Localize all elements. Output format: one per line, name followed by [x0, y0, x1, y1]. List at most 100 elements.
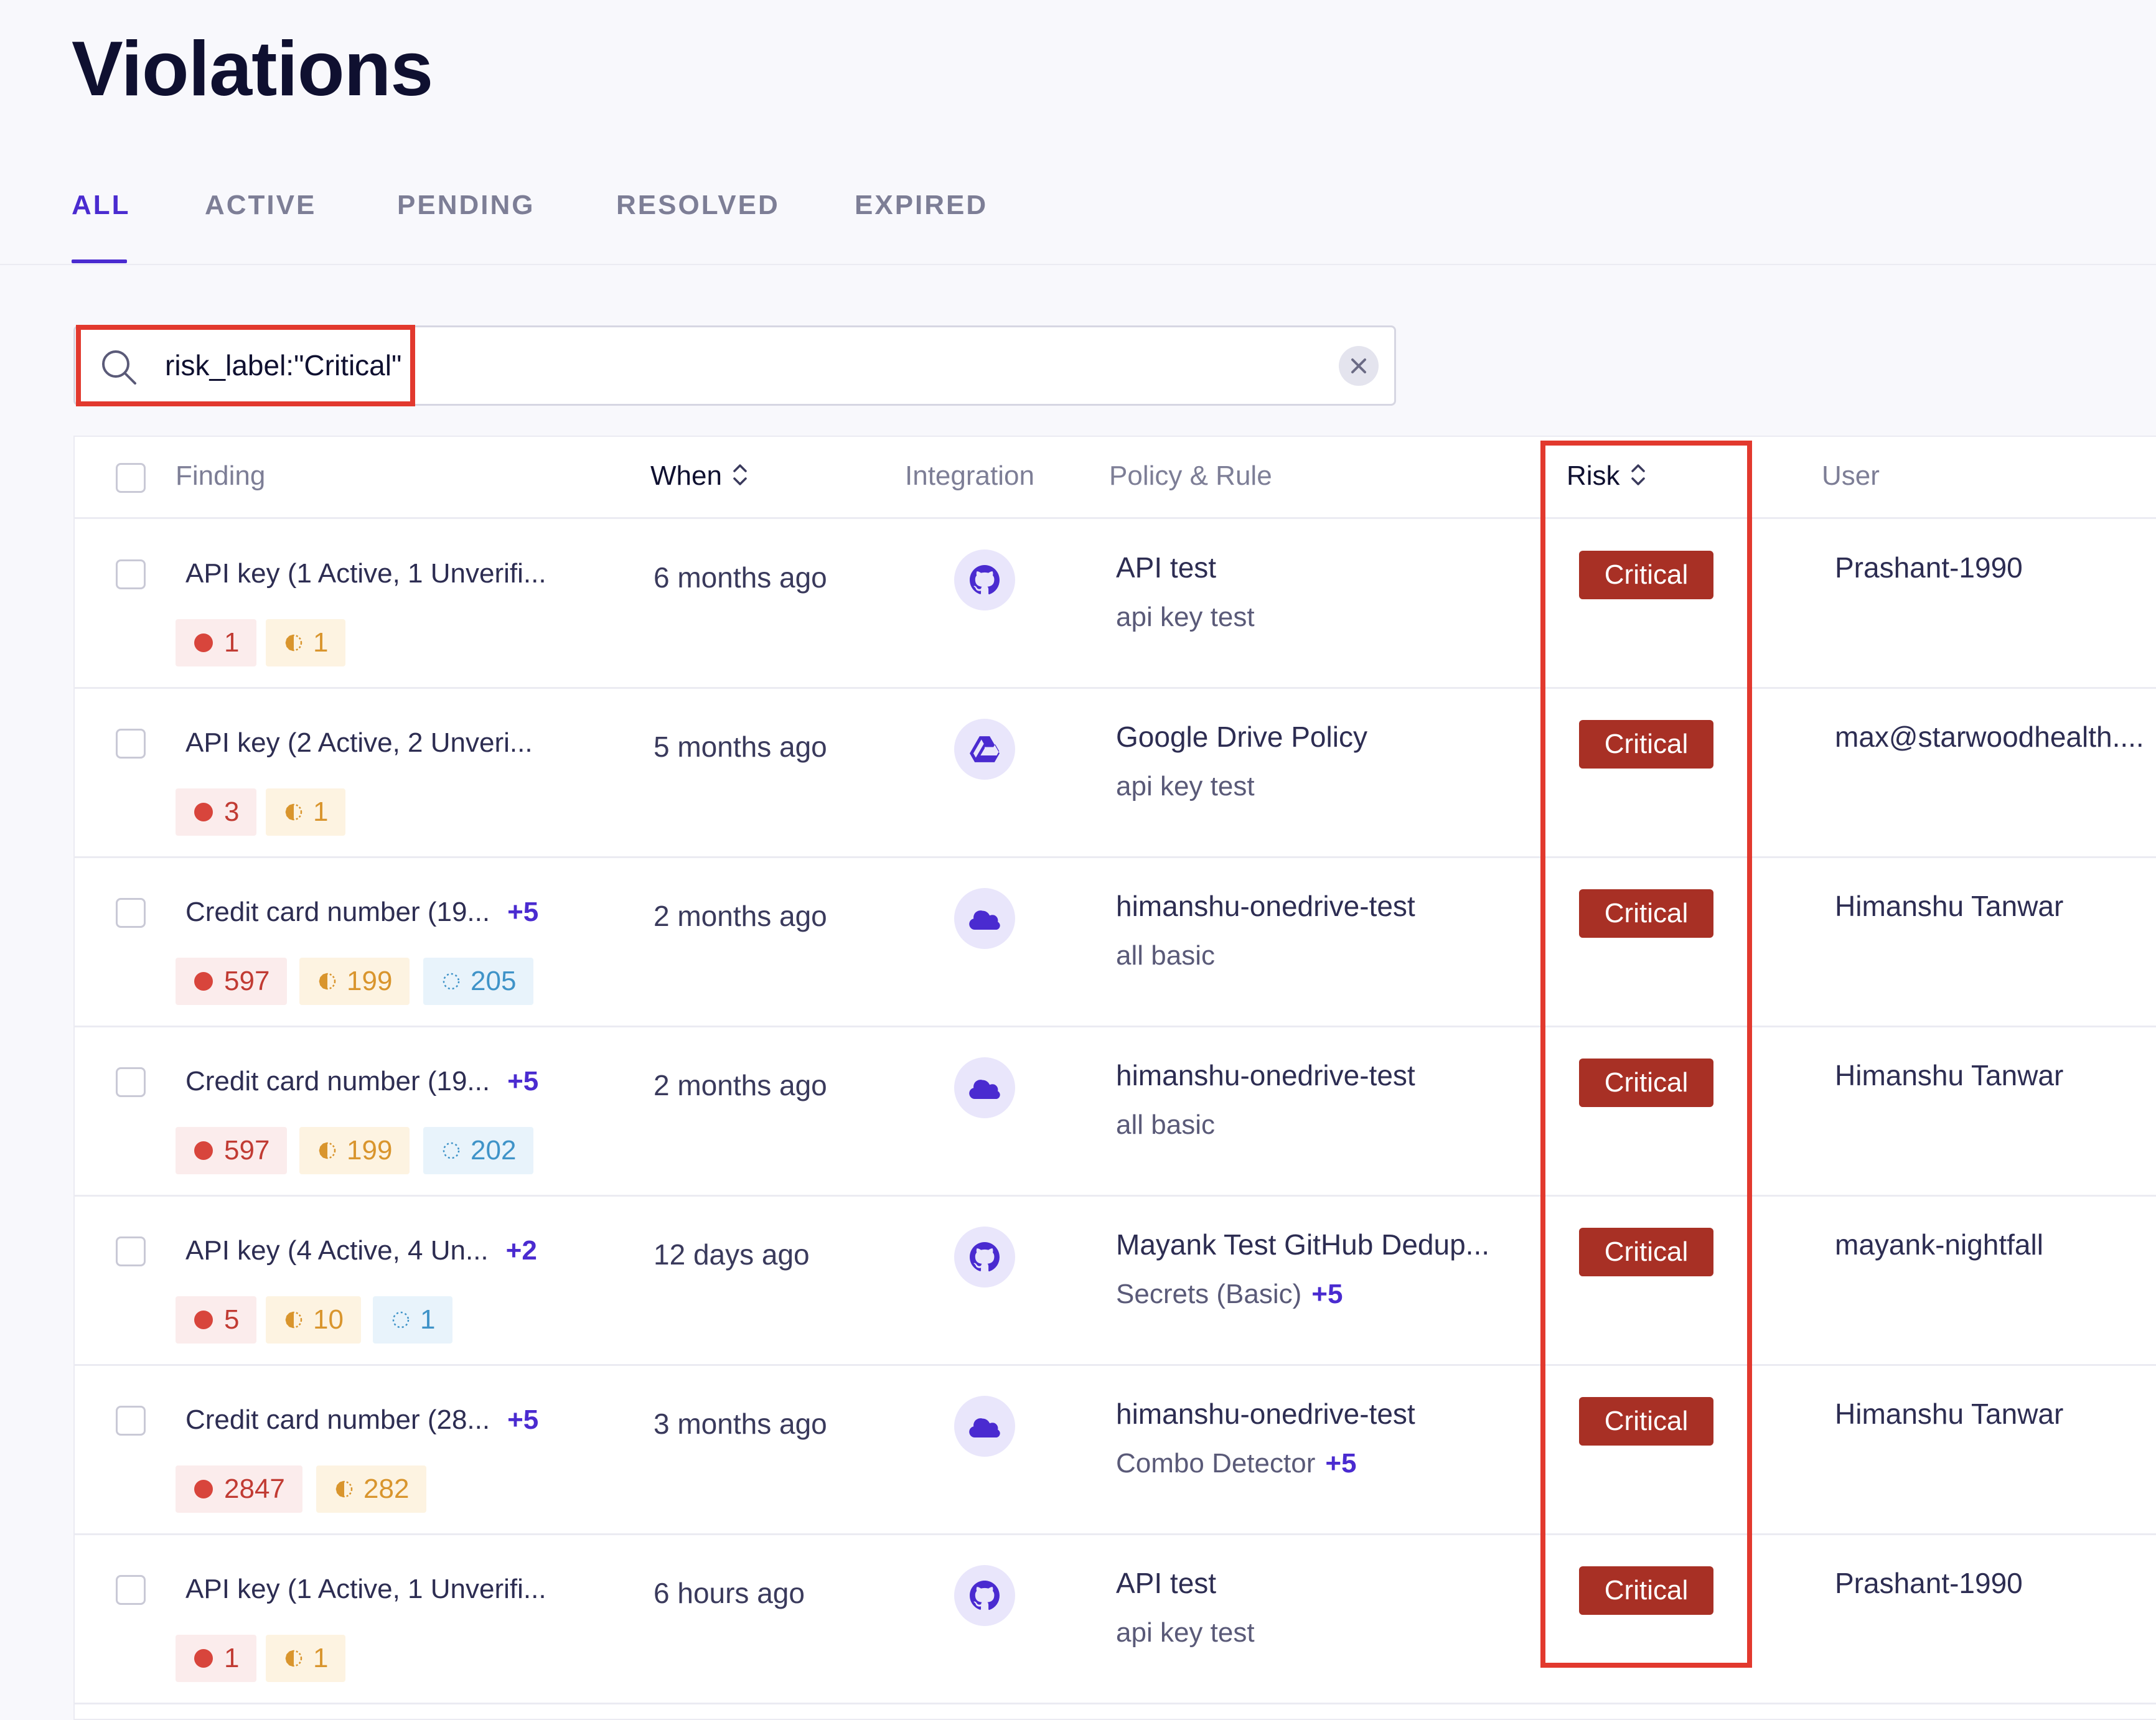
more-detectors-count[interactable]: +5 — [507, 1066, 538, 1096]
count-chip-orange: 1 — [266, 788, 346, 836]
violations-page: Violations ALL ACTIVE PENDING RESOLVED E… — [0, 0, 2156, 1720]
table-row[interactable]: API key (1 Active, 1 Unverifi... 1 1 6 mont… — [75, 520, 2156, 689]
close-icon — [1351, 358, 1366, 373]
red-dot-icon — [194, 1141, 213, 1160]
tab-active[interactable]: ACTIVE — [205, 190, 316, 221]
tab-all[interactable]: ALL — [72, 190, 131, 221]
row-checkbox[interactable] — [116, 898, 146, 928]
sort-icon[interactable] — [732, 461, 748, 488]
column-when-label: When — [650, 460, 722, 491]
rule-text: all basic — [1116, 1110, 1215, 1140]
more-rules-count[interactable]: +5 — [1325, 1448, 1356, 1479]
chip-count: 1 — [224, 627, 240, 658]
table-row[interactable]: Credit card number (28... +5 2847 282 3 mont… — [75, 1366, 2156, 1535]
tab-expired[interactable]: EXPIRED — [855, 190, 988, 221]
when-text: 6 hours ago — [654, 1577, 805, 1609]
finding-text: Credit card number (28... — [185, 1405, 490, 1435]
user-name: max@starwoodhealth.... — [1835, 721, 2144, 753]
chip-count: 205 — [471, 966, 517, 996]
more-rules-count[interactable]: +5 — [1311, 1279, 1343, 1309]
half-circle-icon — [285, 1650, 302, 1667]
table-row[interactable]: API key (1 Active, 1 Unverifi... 1 1 6 hour… — [75, 1535, 2156, 1704]
column-policy-rule: Policy & Rule — [1109, 460, 1272, 491]
search-bar[interactable]: risk_label:"Critical" — [73, 325, 1396, 406]
half-circle-icon — [285, 803, 302, 821]
finding-text: Credit card number (19... — [185, 897, 490, 927]
finding-title[interactable]: API key (2 Active, 2 Unveri... — [185, 727, 533, 759]
chip-count: 597 — [224, 966, 270, 996]
row-checkbox[interactable] — [116, 1067, 146, 1097]
select-all-checkbox[interactable] — [116, 463, 146, 493]
rule-text: Combo Detector — [1116, 1448, 1316, 1479]
clear-search-button[interactable] — [1339, 346, 1379, 386]
finding-title[interactable]: API key (1 Active, 1 Unverifi... — [185, 1574, 546, 1605]
finding-text: Credit card number (19... — [185, 1066, 490, 1096]
chip-count: 597 — [224, 1135, 270, 1166]
table-row[interactable]: Credit card number (19... +5 597 199 202 2 mo… — [75, 1027, 2156, 1197]
policy-name[interactable]: himanshu-onedrive-test — [1116, 889, 1415, 923]
finding-text: API key (1 Active, 1 Unverifi... — [185, 1574, 546, 1604]
policy-name[interactable]: Google Drive Policy — [1116, 720, 1367, 754]
finding-text: API key (2 Active, 2 Unveri... — [185, 727, 533, 758]
finding-text: API key (1 Active, 1 Unverifi... — [185, 558, 546, 589]
github-icon — [954, 1227, 1015, 1288]
risk-badge: Critical — [1579, 720, 1713, 769]
table-row[interactable]: Credit card number (19... +5 597 199 205 2 mo… — [75, 858, 2156, 1027]
row-checkbox[interactable] — [116, 1575, 146, 1605]
column-risk[interactable]: Risk — [1567, 460, 1646, 492]
count-chip-orange: 10 — [266, 1296, 361, 1344]
more-detectors-count[interactable]: +5 — [507, 897, 538, 927]
row-checkbox[interactable] — [116, 729, 146, 759]
when-text: 6 months ago — [654, 561, 827, 594]
risk-badge: Critical — [1579, 1397, 1713, 1446]
half-circle-icon — [335, 1480, 353, 1498]
search-input[interactable]: risk_label:"Critical" — [165, 348, 401, 382]
policy-name[interactable]: himanshu-onedrive-test — [1116, 1397, 1415, 1431]
more-detectors-count[interactable]: +5 — [507, 1405, 538, 1435]
policy-name[interactable]: API test — [1116, 551, 1216, 584]
finding-title[interactable]: Credit card number (19... +5 — [185, 1066, 538, 1097]
count-chip-red: 1 — [176, 1635, 257, 1682]
onedrive-icon — [954, 888, 1015, 949]
finding-title[interactable]: API key (4 Active, 4 Un... +2 — [185, 1235, 537, 1266]
red-dot-icon — [194, 1311, 213, 1329]
row-checkbox[interactable] — [116, 1236, 146, 1266]
more-detectors-count[interactable]: +2 — [506, 1235, 537, 1266]
tab-resolved[interactable]: RESOLVED — [616, 190, 780, 221]
sort-icon[interactable] — [1630, 461, 1646, 488]
row-checkbox[interactable] — [116, 559, 146, 589]
count-chip-red: 1 — [176, 619, 257, 666]
rule-text: all basic — [1116, 940, 1215, 971]
chip-count: 199 — [347, 966, 393, 996]
tab-pending[interactable]: PENDING — [397, 190, 535, 221]
user-name: mayank-nightfall — [1835, 1228, 2043, 1261]
when-text: 12 days ago — [654, 1238, 810, 1271]
count-chip-red: 597 — [176, 1127, 288, 1174]
count-chip-red: 2847 — [176, 1465, 302, 1513]
policy-name[interactable]: Mayank Test GitHub Dedup... — [1116, 1228, 1489, 1261]
finding-title[interactable]: Credit card number (19... +5 — [185, 897, 538, 928]
table-row[interactable]: API key (4 Active, 4 Un... +2 5 10 1 12 days … — [75, 1197, 2156, 1366]
violations-table: Finding When Integration Policy & Rule R… — [73, 436, 2156, 1720]
user-name: Himanshu Tanwar — [1835, 1059, 2064, 1091]
when-text: 2 months ago — [654, 1069, 827, 1101]
page-title: Violations — [72, 26, 433, 112]
policy-name[interactable]: himanshu-onedrive-test — [1116, 1059, 1415, 1092]
finding-title[interactable]: Credit card number (28... +5 — [185, 1405, 538, 1436]
policy-name[interactable]: API test — [1116, 1566, 1216, 1600]
chip-count: 1 — [224, 1643, 240, 1673]
github-icon — [954, 1565, 1015, 1626]
column-when[interactable]: When — [650, 460, 748, 492]
github-icon — [954, 549, 1015, 610]
column-risk-label: Risk — [1567, 460, 1620, 491]
chip-count: 5 — [224, 1304, 240, 1335]
table-row[interactable]: API key (2 Active, 2 Unveri... 3 1 5 months… — [75, 689, 2156, 858]
dashed-circle-icon — [392, 1311, 410, 1329]
finding-title[interactable]: API key (1 Active, 1 Unverifi... — [185, 558, 546, 589]
row-checkbox[interactable] — [116, 1406, 146, 1436]
chip-count: 282 — [363, 1474, 410, 1504]
policy-rule: all basic — [1116, 1110, 1215, 1141]
chip-count: 1 — [313, 1643, 329, 1673]
policy-rule: api key test — [1116, 602, 1255, 633]
rule-text: api key test — [1116, 1617, 1255, 1648]
